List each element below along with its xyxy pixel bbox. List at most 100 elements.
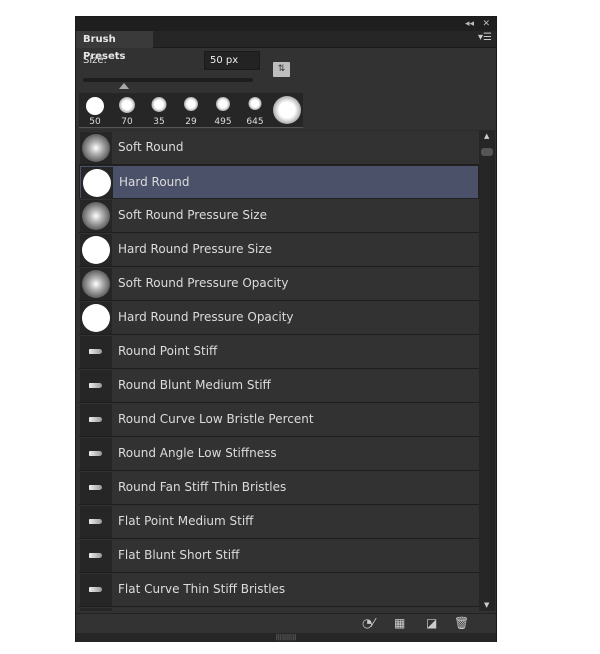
brush-tip-preview <box>184 97 198 111</box>
bristle-brush-icon <box>89 451 102 456</box>
scroll-down-icon[interactable]: ▼ <box>484 601 489 609</box>
brush-tip-size: 70 <box>121 117 133 127</box>
brush-tip-size: 645 <box>246 117 264 127</box>
brush-tip[interactable]: 645 <box>239 93 271 128</box>
preset-item[interactable]: Soft Round Pressure Opacity <box>79 267 479 301</box>
preset-name: Round Fan Stiff Thin Bristles <box>118 480 287 494</box>
brush-tip[interactable]: 50 <box>79 93 111 128</box>
preset-item[interactable]: Flat Curve Thin Stiff Bristles <box>79 573 479 607</box>
brush-tip[interactable]: 35 <box>143 93 175 128</box>
brush-tip-size: 35 <box>153 117 165 127</box>
size-slider-thumb[interactable] <box>119 83 129 89</box>
preset-thumbnail <box>80 132 112 164</box>
brush-tip-preview <box>273 96 301 124</box>
trash-icon[interactable]: 🗑 <box>454 616 469 630</box>
scrollbar[interactable]: ▲ ▼ <box>479 130 495 611</box>
brush-tip-preview <box>248 97 262 110</box>
preset-thumbnail <box>80 234 112 266</box>
preset-name: Flat Blunt Short Stiff <box>118 548 240 562</box>
bristle-brush-icon <box>89 587 102 592</box>
preset-item[interactable]: Flat Point Medium Stiff <box>79 505 479 539</box>
brush-tip[interactable]: 29 <box>175 93 207 128</box>
preset-thumbnail <box>80 438 112 470</box>
brush-tip-preview <box>86 97 104 115</box>
recent-brush-tips: 50 70 35 29 495 645 <box>79 93 303 128</box>
soft-brush-icon <box>82 202 110 230</box>
restore-size-icon[interactable]: ⇅ <box>273 62 290 77</box>
panel-footer: ◔⁄ ▦ ◪ 🗑 <box>76 613 496 633</box>
size-input[interactable]: 50 px <box>204 51 260 70</box>
preset-item[interactable]: Hard Round Pressure Opacity <box>79 301 479 335</box>
preset-thumbnail <box>80 200 112 232</box>
preset-item[interactable]: Flat Blunt Short Stiff <box>79 539 479 573</box>
tab-brush-presets[interactable]: Brush Presets <box>76 31 153 62</box>
brush-tip-size: 29 <box>185 117 197 127</box>
bristle-brush-icon <box>89 485 102 490</box>
soft-brush-icon <box>82 134 110 162</box>
preset-item[interactable]: Round Fan Stiff Thin Bristles <box>79 471 479 505</box>
preset-list: Soft Round Hard Round Soft Round Pressure … <box>79 130 479 611</box>
brush-tip-size: 495 <box>214 117 232 127</box>
preset-thumbnail <box>80 268 112 300</box>
bristle-brush-icon <box>89 383 102 388</box>
hard-brush-icon <box>83 169 111 197</box>
size-slider[interactable] <box>83 78 253 82</box>
brush-tip-size: 50 <box>89 117 101 127</box>
bristle-brush-icon <box>89 349 102 354</box>
preset-item[interactable]: Round Blunt Medium Stiff <box>79 369 479 403</box>
brush-panel-icon[interactable]: ▦ <box>394 616 405 630</box>
preset-thumbnail <box>80 404 112 436</box>
preset-item[interactable]: Round Curve Low Bristle Percent <box>79 403 479 437</box>
preset-name: Soft Round Pressure Size <box>118 208 267 222</box>
preset-name: Round Blunt Medium Stiff <box>118 378 271 392</box>
preset-item[interactable]: Soft Round <box>79 131 479 165</box>
preset-name: Round Point Stiff <box>118 344 218 358</box>
bristle-brush-icon <box>89 417 102 422</box>
preset-item[interactable] <box>79 607 479 611</box>
preset-item[interactable]: Hard Round Pressure Size <box>79 233 479 267</box>
preset-name: Round Angle Low Stiffness <box>118 446 277 460</box>
bristle-brush-icon <box>89 519 102 524</box>
scroll-up-icon[interactable]: ▲ <box>484 132 489 140</box>
preset-item[interactable]: Soft Round Pressure Size <box>79 199 479 233</box>
preset-item[interactable]: Round Point Stiff <box>79 335 479 369</box>
preset-name: Hard Round <box>119 175 190 189</box>
new-preset-icon[interactable]: ◪ <box>426 616 437 630</box>
preset-thumbnail <box>80 302 112 334</box>
preset-name: Flat Point Medium Stiff <box>118 514 254 528</box>
soft-brush-icon <box>82 270 110 298</box>
brush-tip-preview <box>119 97 135 113</box>
preset-thumbnail <box>80 574 112 606</box>
preset-thumbnail <box>80 370 112 402</box>
double-chevron-left-icon[interactable]: ◂◂ <box>465 17 474 31</box>
preset-name: Soft Round <box>118 140 184 154</box>
preset-thumbnail <box>80 506 112 538</box>
preset-thumbnail <box>80 540 112 572</box>
panel-titlebar: ◂◂ ✕ <box>76 17 496 31</box>
brush-tip[interactable]: 495 <box>207 93 239 128</box>
tab-row: Brush Presets ▾☰ <box>76 31 496 62</box>
brush-tip[interactable]: 70 <box>111 93 143 128</box>
brush-tip[interactable] <box>271 93 303 128</box>
resize-grip[interactable]: |||||||||| <box>76 633 496 642</box>
preset-name: Flat Curve Thin Stiff Bristles <box>118 582 286 596</box>
brush-tip-preview <box>216 97 230 111</box>
scrollbar-thumb[interactable] <box>481 148 493 156</box>
preset-thumbnail <box>80 472 112 504</box>
bristle-brush-icon <box>89 553 102 558</box>
preset-thumbnail <box>80 608 112 611</box>
toggle-brush-preview-icon[interactable]: ◔⁄ <box>362 616 374 630</box>
preset-thumbnail <box>81 167 113 199</box>
brush-tip-preview <box>151 97 167 112</box>
preset-name: Round Curve Low Bristle Percent <box>118 412 314 426</box>
brush-presets-panel: ◂◂ ✕ Brush Presets ▾☰ Size: 50 px ⇅ 50 70… <box>75 16 497 642</box>
hard-brush-icon <box>82 236 110 264</box>
preset-item[interactable]: Round Angle Low Stiffness <box>79 437 479 471</box>
panel-menu-icon[interactable]: ▾☰ <box>478 32 492 43</box>
preset-name: Soft Round Pressure Opacity <box>118 276 289 290</box>
close-icon[interactable]: ✕ <box>482 17 490 31</box>
hard-brush-icon <box>82 304 110 332</box>
preset-item[interactable]: Hard Round <box>79 165 479 199</box>
size-label: Size: <box>83 55 107 66</box>
preset-name: Hard Round Pressure Size <box>118 242 273 256</box>
